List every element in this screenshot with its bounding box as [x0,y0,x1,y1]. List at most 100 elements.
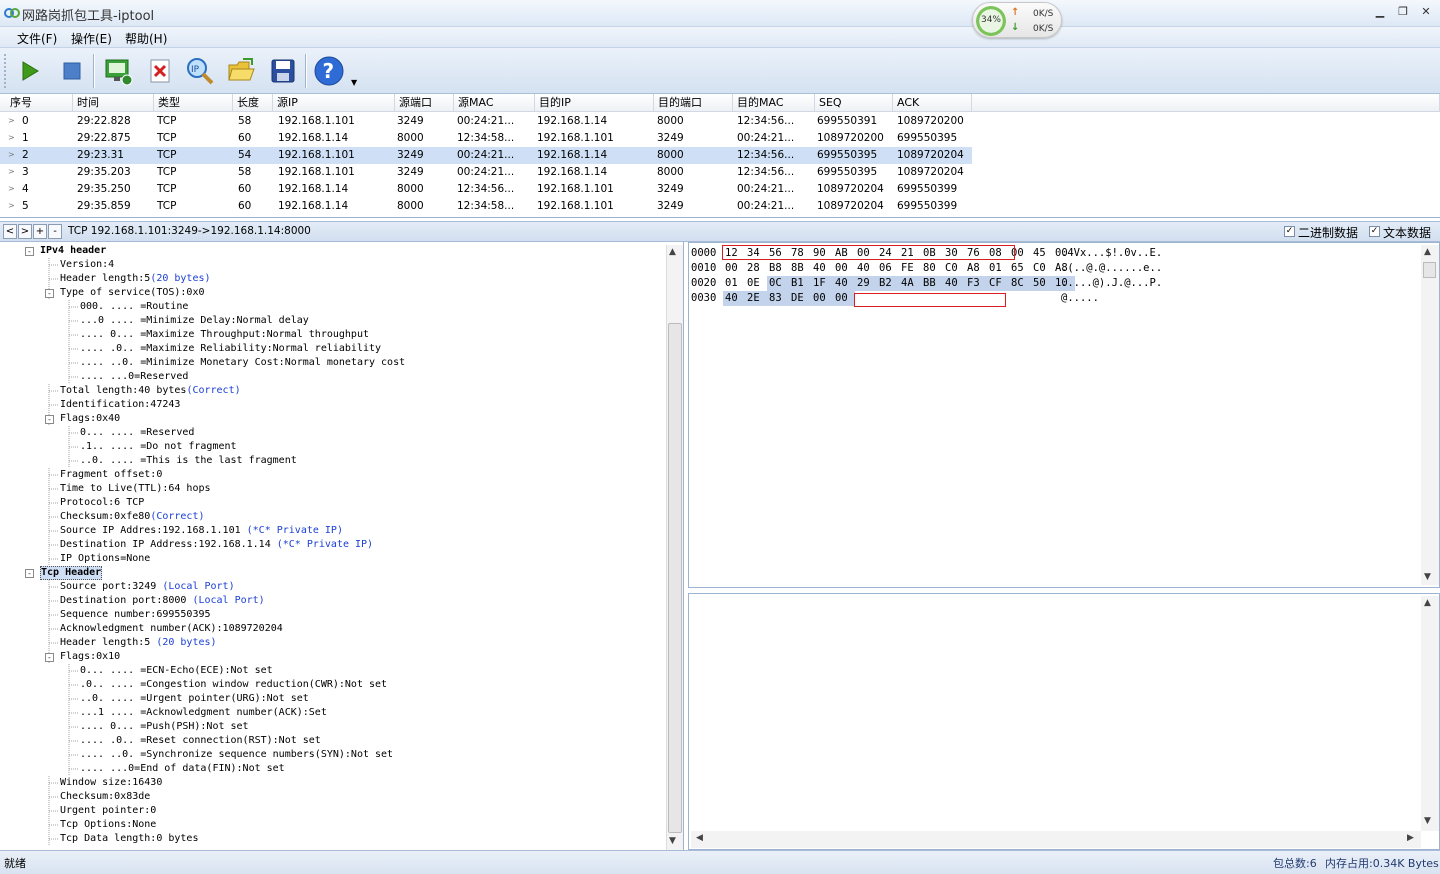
hex-byte[interactable]: 00 [811,291,833,306]
tree-node[interactable]: Flags:0x10 [60,650,120,664]
hex-byte[interactable]: B8 [767,261,789,276]
clear-button[interactable] [143,54,177,88]
hex-byte[interactable]: C0 [943,261,965,276]
tree-node[interactable]: Tcp Options:None [60,818,156,832]
scroll-thumb[interactable] [1423,262,1436,278]
help-button[interactable]: ? [312,54,346,88]
tree-node[interactable]: ..0. .... =Urgent pointer(URG):Not set [80,692,309,706]
text-data-checkbox[interactable]: ✓ [1369,226,1380,237]
menu-operate[interactable]: 操作(E) [71,30,112,47]
row-expand-icon[interactable]: > [8,116,15,125]
table-row[interactable]: >5 29:35.859 TCP 60 192.168.1.14 8000 12:34:58… [0,198,972,215]
hex-byte[interactable]: 65 [1009,261,1031,276]
tree-node[interactable]: Protocol:6 TCP [60,496,144,510]
column-header[interactable]: 序号 [0,94,73,112]
tree-node[interactable]: .... ..0. =Minimize Monetary Cost:Normal… [80,356,405,370]
tree-node[interactable]: Urgent pointer:0 [60,804,156,818]
hex-byte[interactable]: 06 [877,261,899,276]
hex-byte[interactable]: 40 [833,276,855,291]
tree-node[interactable]: 0... .... =Reserved [80,426,194,440]
tree-node[interactable]: Fragment offset:0 [60,468,162,482]
tree-node[interactable]: Header length:5(20 bytes) [60,272,211,286]
scroll-up-icon[interactable]: ▲ [1424,598,1431,608]
table-row[interactable]: >1 29:22.875 TCP 60 192.168.1.14 8000 12:34:58… [0,130,972,147]
expand-all-button[interactable]: + [33,224,47,239]
tree-node[interactable]: .... 0... =Maximize Throughput:Normal th… [80,328,369,342]
hex-byte[interactable]: 00 [833,291,855,306]
hex-byte[interactable]: 0E [745,276,767,291]
scroll-down-icon[interactable]: ▼ [1424,572,1431,582]
hex-byte[interactable]: 40 [943,276,965,291]
network-monitor-widget[interactable]: 34% ↑ 0K/S ↓ 0K/S [972,2,1062,38]
text-hscrollbar[interactable]: ◀ ▶ [691,831,1421,848]
hex-byte[interactable]: 40 [855,261,877,276]
stop-capture-button[interactable] [55,54,89,88]
column-header[interactable]: 目的MAC [733,94,815,112]
tree-node[interactable]: Flags:0x40 [60,412,120,426]
hex-byte[interactable]: 01 [723,276,745,291]
next-button[interactable]: > [18,224,32,239]
collapse-toggle-icon[interactable]: - [45,415,54,424]
tree-section[interactable]: Tcp Header [40,566,103,580]
table-row[interactable]: >2 29:23.31 TCP 54 192.168.1.101 3249 00:24:21… [0,147,972,164]
table-row[interactable]: >0 29:22.828 TCP 58 192.168.1.101 3249 00:24:2… [0,113,972,130]
tree-node[interactable]: ...0 .... =Minimize Delay:Normal delay [80,314,309,328]
hex-byte[interactable]: 40 [811,261,833,276]
tree-node[interactable]: Checksum:0x83de [60,790,150,804]
hex-byte[interactable]: 01 [987,261,1009,276]
hex-byte[interactable]: F3 [965,276,987,291]
binary-data-checkbox[interactable]: ✓ [1284,226,1295,237]
ip-search-button[interactable]: IP [183,54,217,88]
column-header[interactable]: 时间 [73,94,154,112]
tree-node[interactable]: ..0. .... =This is the last fragment [80,454,297,468]
tree-node[interactable]: .1.. .... =Do not fragment [80,440,237,454]
table-row[interactable]: >3 29:35.203 TCP 58 192.168.1.101 3249 00:24:2… [0,164,972,181]
tree-node[interactable]: .... ...0=End of data(FIN):Not set [80,762,285,776]
hex-byte[interactable]: 00 [723,261,745,276]
column-header[interactable]: 类型 [154,94,233,112]
tree-node[interactable]: Destination port:8000 (Local Port) [60,594,265,608]
hex-byte[interactable]: 2E [745,291,767,306]
scroll-down-icon[interactable]: ▼ [669,836,676,846]
collapse-toggle-icon[interactable]: - [45,289,54,298]
tree-scrollbar[interactable]: ▲ ▼ [666,245,683,850]
menu-help[interactable]: 帮助(H) [125,30,167,47]
hex-byte[interactable]: C0 [1031,261,1053,276]
tree-node[interactable]: .... ..0. =Synchronize sequence numbers(… [80,748,393,762]
hex-byte[interactable]: 28 [745,261,767,276]
collapse-toggle-icon[interactable]: - [45,653,54,662]
save-button[interactable] [266,54,300,88]
start-capture-button[interactable] [13,54,47,88]
collapse-all-button[interactable]: - [48,224,62,239]
tree-node[interactable]: IP Options=None [60,552,150,566]
hex-byte[interactable]: B1 [789,276,811,291]
tree-node[interactable]: Tcp Data length:0 bytes [60,832,198,846]
scroll-down-icon[interactable]: ▼ [1424,816,1431,826]
table-row[interactable]: >4 29:35.250 TCP 60 192.168.1.14 8000 12:34:56… [0,181,972,198]
minimize-button[interactable]: ▁ [1370,4,1390,20]
filter-button[interactable] [101,54,135,88]
hex-byte[interactable]: B2 [877,276,899,291]
collapse-toggle-icon[interactable]: - [25,247,34,256]
hex-byte[interactable]: 83 [767,291,789,306]
row-expand-icon[interactable]: > [8,167,15,176]
collapse-toggle-icon[interactable]: - [25,569,34,578]
tree-node[interactable]: .... .0.. =Maximize Reliability:Normal r… [80,342,381,356]
tree-node[interactable]: .0.. .... =Congestion window reduction(C… [80,678,387,692]
tree-node[interactable]: Header length:5 (20 bytes) [60,636,217,650]
tree-node[interactable]: Window size:16430 [60,776,162,790]
hex-byte[interactable]: 0C [767,276,789,291]
column-header[interactable]: 源IP [273,94,395,112]
tree-node[interactable]: .... ...0=Reserved [80,370,188,384]
hex-byte[interactable]: 29 [855,276,877,291]
row-expand-icon[interactable]: > [8,184,15,193]
hex-byte[interactable]: 50 [1031,276,1053,291]
hex-byte[interactable]: 4A [899,276,921,291]
scroll-up-icon[interactable]: ▲ [1424,247,1431,257]
column-header[interactable]: SEQ [815,94,893,112]
restore-button[interactable]: ❐ [1393,4,1413,20]
close-button[interactable]: ✕ [1416,4,1436,20]
text-view[interactable]: ▲ ▼ ◀ ▶ [688,593,1440,850]
column-header[interactable]: 目的端口 [654,94,733,112]
scroll-up-icon[interactable]: ▲ [669,247,676,257]
